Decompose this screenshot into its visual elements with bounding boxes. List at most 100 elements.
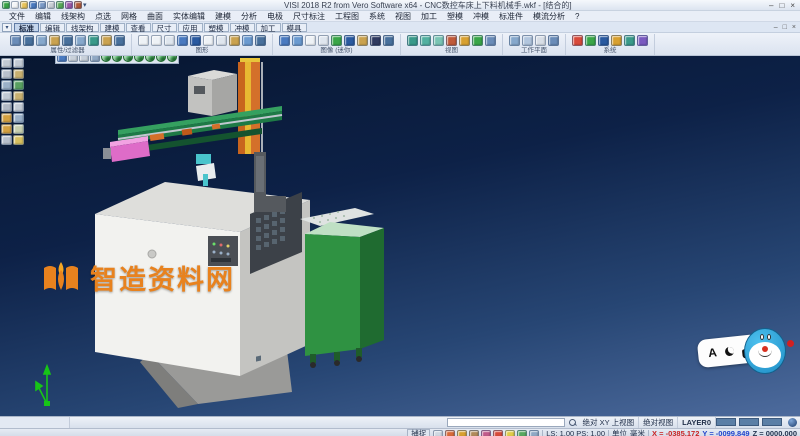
system-tool-icon[interactable]: [585, 35, 596, 46]
image-tool-icon[interactable]: [279, 35, 290, 46]
mdi-restore-button[interactable]: □: [783, 23, 787, 32]
close-button[interactable]: ×: [790, 1, 795, 10]
minimize-button[interactable]: –: [769, 1, 773, 10]
image-tool-icon[interactable]: [357, 35, 368, 46]
scale-icon[interactable]: [1, 102, 12, 112]
system-tool-icon[interactable]: [598, 35, 609, 46]
filter-icon[interactable]: [23, 35, 34, 46]
toolbar-tab[interactable]: 编辑: [40, 23, 65, 32]
graphics-tool-icon[interactable]: [151, 35, 162, 46]
image-tool-icon[interactable]: [383, 35, 394, 46]
view-tool-icon[interactable]: [407, 35, 418, 46]
menu-item[interactable]: 文件: [4, 11, 30, 22]
snap-intersect-icon[interactable]: [481, 430, 491, 436]
color-swatch[interactable]: [762, 418, 782, 426]
menu-item[interactable]: 实体编辑: [168, 11, 210, 22]
right-view-icon[interactable]: [123, 56, 133, 62]
open-file-icon[interactable]: [20, 1, 28, 9]
gantry-mast[interactable]: [238, 58, 263, 154]
system-tool-icon[interactable]: [637, 35, 648, 46]
image-tool-icon[interactable]: [305, 35, 316, 46]
menu-item[interactable]: 标准件: [494, 11, 528, 22]
info-icon[interactable]: [13, 124, 24, 134]
toolbar-options-icon[interactable]: ▾: [2, 23, 12, 32]
menu-item[interactable]: 点选: [90, 11, 116, 22]
element-filter-icon[interactable]: [62, 35, 73, 46]
toolbar-tab[interactable]: 建模: [100, 23, 125, 32]
system-tool-icon[interactable]: [572, 35, 583, 46]
menu-item[interactable]: 塑模: [442, 11, 468, 22]
view-mode-label[interactable]: 绝对视图: [639, 417, 678, 428]
menu-item[interactable]: 尺寸标注: [288, 11, 330, 22]
graphics-tool-icon[interactable]: [216, 35, 227, 46]
iso-view-icon[interactable]: [167, 56, 177, 62]
graphics-tool-icon[interactable]: [203, 35, 214, 46]
graphics-tool-icon[interactable]: [190, 35, 201, 46]
wcs-icon[interactable]: [529, 430, 539, 436]
snap-mid-icon[interactable]: [457, 430, 467, 436]
command-input[interactable]: [447, 418, 565, 427]
workplane-icon[interactable]: [509, 35, 520, 46]
active-layer-label[interactable]: LAYER0: [678, 417, 716, 428]
menu-item[interactable]: 视图: [390, 11, 416, 22]
zoom-window-icon[interactable]: [79, 56, 89, 62]
app-icon[interactable]: [2, 1, 10, 9]
top-view-icon[interactable]: [101, 56, 111, 62]
gantry-top-housing[interactable]: [188, 70, 237, 116]
toolbar-tab[interactable]: 塑模: [204, 23, 229, 32]
brush-select-icon[interactable]: [13, 69, 24, 79]
menu-item[interactable]: 模流分析: [528, 11, 570, 22]
save-icon[interactable]: [29, 1, 37, 9]
menu-item[interactable]: 网格: [116, 11, 142, 22]
group-icon[interactable]: [13, 113, 24, 123]
graphics-tool-icon[interactable]: [177, 35, 188, 46]
copy-icon[interactable]: [13, 80, 24, 90]
menu-item[interactable]: 加工: [416, 11, 442, 22]
attributes-icon[interactable]: [101, 35, 112, 46]
menu-item[interactable]: 系统: [364, 11, 390, 22]
bottom-view-icon[interactable]: [156, 56, 166, 62]
mask-icon[interactable]: [75, 35, 86, 46]
reset-filter-icon[interactable]: [114, 35, 125, 46]
menu-item[interactable]: 曲面: [142, 11, 168, 22]
view-tool-icon[interactable]: [433, 35, 444, 46]
machine-control-panel[interactable]: [208, 236, 238, 266]
vertical-slide-arm[interactable]: [254, 152, 286, 212]
undo-icon[interactable]: [56, 1, 64, 9]
menu-item[interactable]: 工程图: [330, 11, 364, 22]
graphics-tool-icon[interactable]: [138, 35, 149, 46]
rotate-icon[interactable]: [13, 91, 24, 101]
hide-icon[interactable]: [1, 135, 12, 145]
properties-icon[interactable]: [10, 35, 21, 46]
image-tool-icon[interactable]: [344, 35, 355, 46]
menu-item[interactable]: 电极: [262, 11, 288, 22]
toolbar-tab[interactable]: 线架构: [66, 23, 99, 32]
toolbar-tab[interactable]: 模具: [282, 23, 307, 32]
view-tool-icon[interactable]: [459, 35, 470, 46]
left-view-icon[interactable]: [134, 56, 144, 62]
toolbar-tab[interactable]: 应用: [178, 23, 203, 32]
workplane-icon[interactable]: [522, 35, 533, 46]
color-swatch[interactable]: [739, 418, 759, 426]
view-tool-icon[interactable]: [485, 35, 496, 46]
toolbar-tab[interactable]: 标准: [14, 23, 39, 32]
mdi-minimize-button[interactable]: –: [774, 23, 778, 32]
view-tool-icon[interactable]: [446, 35, 457, 46]
snap-toggle[interactable]: 捕捉: [407, 429, 430, 436]
toolbar-tab[interactable]: 冲模: [230, 23, 255, 32]
zoom-fit-icon[interactable]: [57, 56, 67, 62]
ortho-toggle-icon[interactable]: [517, 430, 527, 436]
layer-filter-icon[interactable]: [49, 35, 60, 46]
electrical-cabinet[interactable]: [300, 208, 384, 368]
3d-model-cnc-machine[interactable]: [0, 56, 800, 416]
select-filter-icon[interactable]: [88, 35, 99, 46]
menu-item[interactable]: 分析: [236, 11, 262, 22]
image-tool-icon[interactable]: [292, 35, 303, 46]
layers-icon[interactable]: [1, 113, 12, 123]
redo-icon[interactable]: [65, 1, 73, 9]
graphics-tool-icon[interactable]: [164, 35, 175, 46]
image-tool-icon[interactable]: [370, 35, 381, 46]
workplane-icon[interactable]: [548, 35, 559, 46]
ungroup-icon[interactable]: [1, 124, 12, 134]
front-view-icon[interactable]: [112, 56, 122, 62]
